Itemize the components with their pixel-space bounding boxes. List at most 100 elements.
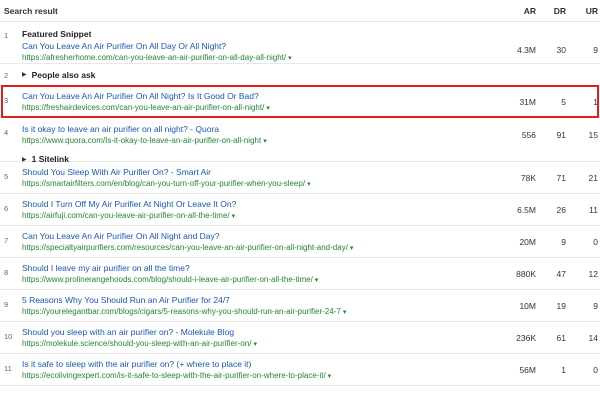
result-title-link[interactable]: 5 Reasons Why You Should Run an Air Puri… xyxy=(22,295,494,306)
result-content: Should I leave my air purifier on all th… xyxy=(22,258,494,289)
result-url[interactable]: https://airfuji.com/can-you-leave-air-pu… xyxy=(22,210,494,223)
result-url-text[interactable]: https://ecolivingexpert.com/is-it-safe-t… xyxy=(22,371,326,380)
result-row: 10 Should you sleep with an air purifier… xyxy=(0,322,600,354)
position-number: 7 xyxy=(4,236,9,245)
result-url[interactable]: https://freshairdevices.com/can-you-leav… xyxy=(22,102,494,115)
ur-value: 11 xyxy=(589,204,598,215)
ar-value: 56M xyxy=(519,364,536,375)
dr-value: 1 xyxy=(561,364,566,375)
dropdown-caret-icon[interactable]: ▾ xyxy=(343,309,347,316)
result-content: ▶ People also ask xyxy=(22,64,600,85)
people-also-ask-label[interactable]: People also ask xyxy=(32,70,96,80)
position-number: 8 xyxy=(4,268,9,277)
result-row: 4 Is it okay to leave an air purifier on… xyxy=(0,118,600,164)
dr-value: 19 xyxy=(556,300,566,311)
dropdown-caret-icon[interactable]: ▾ xyxy=(307,181,311,188)
header-ar[interactable]: AR xyxy=(494,6,542,16)
position-number: 1 xyxy=(4,31,9,40)
result-content: Should You Sleep With Air Purifier On? -… xyxy=(22,162,494,193)
position-number: 11 xyxy=(4,364,12,373)
result-url-text[interactable]: https://specialtyairpurifiers.com/resour… xyxy=(22,243,348,252)
ur-value: 12 xyxy=(588,268,598,279)
result-content: Should you sleep with an air purifier on… xyxy=(22,322,494,353)
dr-value: 5 xyxy=(561,96,566,107)
result-url-text[interactable]: https://yourelegantbar.com/blogs/cigars/… xyxy=(22,307,341,316)
featured-snippet-label: Featured Snippet xyxy=(22,29,92,39)
dropdown-caret-icon[interactable]: ▾ xyxy=(350,245,354,252)
ur-value: 9 xyxy=(593,44,598,55)
result-title-link[interactable]: Should You Sleep With Air Purifier On? -… xyxy=(22,167,494,178)
position-number: 2 xyxy=(4,71,9,80)
ur-value: 15 xyxy=(588,130,598,140)
dropdown-caret-icon[interactable]: ▾ xyxy=(232,213,236,220)
ur-value: 1 xyxy=(593,96,598,107)
dropdown-caret-icon[interactable]: ▾ xyxy=(328,373,332,380)
result-url[interactable]: https://yourelegantbar.com/blogs/cigars/… xyxy=(22,306,494,319)
dropdown-caret-icon[interactable]: ▾ xyxy=(288,55,292,62)
result-url-text[interactable]: https://afresherhome.com/can-you-leave-a… xyxy=(22,53,286,62)
result-url-text[interactable]: https://molekule.science/should-you-slee… xyxy=(22,339,251,348)
result-title-link[interactable]: Can You Leave An Air Purifier On All Day… xyxy=(22,41,494,52)
dr-value: 71 xyxy=(556,172,566,183)
result-row: 6 Should I Turn Off My Air Purifier At N… xyxy=(0,194,600,226)
result-url[interactable]: https://www.prolinerangehoods.com/blog/s… xyxy=(22,274,494,287)
ar-value: 20M xyxy=(519,236,536,247)
ur-value: 21 xyxy=(588,172,598,183)
results-table: 1 Featured Snippet Can You Leave An Air … xyxy=(0,22,600,386)
result-content: Is it safe to sleep with the air purifie… xyxy=(22,354,494,385)
result-url-text[interactable]: https://airfuji.com/can-you-leave-air-pu… xyxy=(22,211,230,220)
result-row: 9 5 Reasons Why You Should Run an Air Pu… xyxy=(0,290,600,322)
dr-value: 61 xyxy=(556,332,566,343)
dr-value: 91 xyxy=(556,130,566,140)
result-title-link[interactable]: Should I Turn Off My Air Purifier At Nig… xyxy=(22,199,494,210)
header-dr[interactable]: DR xyxy=(542,6,574,16)
result-title-link[interactable]: Should I leave my air purifier on all th… xyxy=(22,263,494,274)
position-number: 6 xyxy=(4,204,9,213)
position-number: 9 xyxy=(4,300,9,309)
result-url-text[interactable]: https://smartairfilters.com/en/blog/can-… xyxy=(22,179,305,188)
ur-value: 0 xyxy=(593,236,598,247)
result-url[interactable]: https://molekule.science/should-you-slee… xyxy=(22,338,494,351)
result-title-link[interactable]: Is it okay to leave an air purifier on a… xyxy=(22,124,494,135)
result-title-link[interactable]: Should you sleep with an air purifier on… xyxy=(22,327,494,338)
result-row: 5 Should You Sleep With Air Purifier On?… xyxy=(0,162,600,194)
result-row: 8 Should I leave my air purifier on all … xyxy=(0,258,600,290)
result-url[interactable]: https://www.quora.com/Is-it-okay-to-leav… xyxy=(22,135,494,148)
featured-snippet-row: 1 Featured Snippet Can You Leave An Air … xyxy=(0,22,600,64)
dr-value: 9 xyxy=(561,236,566,247)
dropdown-caret-icon[interactable]: ▾ xyxy=(263,138,267,145)
ar-value: 10M xyxy=(519,300,536,311)
position-number: 10 xyxy=(4,332,13,341)
ar-value: 31M xyxy=(519,96,536,107)
result-url-text[interactable]: https://www.prolinerangehoods.com/blog/s… xyxy=(22,275,313,284)
result-title-link[interactable]: Can You Leave An Air Purifier On All Nig… xyxy=(22,231,494,242)
result-content: Should I Turn Off My Air Purifier At Nig… xyxy=(22,194,494,225)
result-content: Is it okay to leave an air purifier on a… xyxy=(22,118,494,164)
result-row: 3 Can You Leave An Air Purifier On All N… xyxy=(0,85,600,118)
dropdown-caret-icon[interactable]: ▾ xyxy=(253,341,257,348)
result-url[interactable]: https://ecolivingexpert.com/is-it-safe-t… xyxy=(22,370,494,383)
position-number: 3 xyxy=(4,96,9,105)
expand-triangle-icon[interactable]: ▶ xyxy=(22,71,27,78)
result-row: 7 Can You Leave An Air Purifier On All N… xyxy=(0,226,600,258)
people-also-ask-row[interactable]: 2 ▶ People also ask xyxy=(0,64,600,86)
header-ur[interactable]: UR xyxy=(574,6,600,16)
ar-value: 78K xyxy=(520,172,536,183)
result-title-link[interactable]: Is it safe to sleep with the air purifie… xyxy=(22,359,494,370)
header-search-result: Search result xyxy=(4,5,58,16)
result-content: Featured Snippet Can You Leave An Air Pu… xyxy=(22,22,494,63)
result-row: 11 Is it safe to sleep with the air puri… xyxy=(0,354,600,386)
position-number: 4 xyxy=(4,128,9,137)
dropdown-caret-icon[interactable]: ▾ xyxy=(266,105,270,112)
result-title-link[interactable]: Can You Leave An Air Purifier On All Nig… xyxy=(22,91,494,102)
ar-value: 4.3M xyxy=(517,44,536,55)
result-url-text[interactable]: https://www.quora.com/Is-it-okay-to-leav… xyxy=(22,136,261,145)
result-url-text[interactable]: https://freshairdevices.com/can-you-leav… xyxy=(22,103,264,112)
people-also-ask-toggle[interactable]: ▶ People also ask xyxy=(22,70,95,80)
ar-value: 880K xyxy=(516,268,536,279)
result-url[interactable]: https://specialtyairpurifiers.com/resour… xyxy=(22,242,494,255)
result-url[interactable]: https://smartairfilters.com/en/blog/can-… xyxy=(22,178,494,191)
ar-value: 6.5M xyxy=(517,204,536,215)
ur-value: 9 xyxy=(593,300,598,311)
dropdown-caret-icon[interactable]: ▾ xyxy=(315,277,319,284)
